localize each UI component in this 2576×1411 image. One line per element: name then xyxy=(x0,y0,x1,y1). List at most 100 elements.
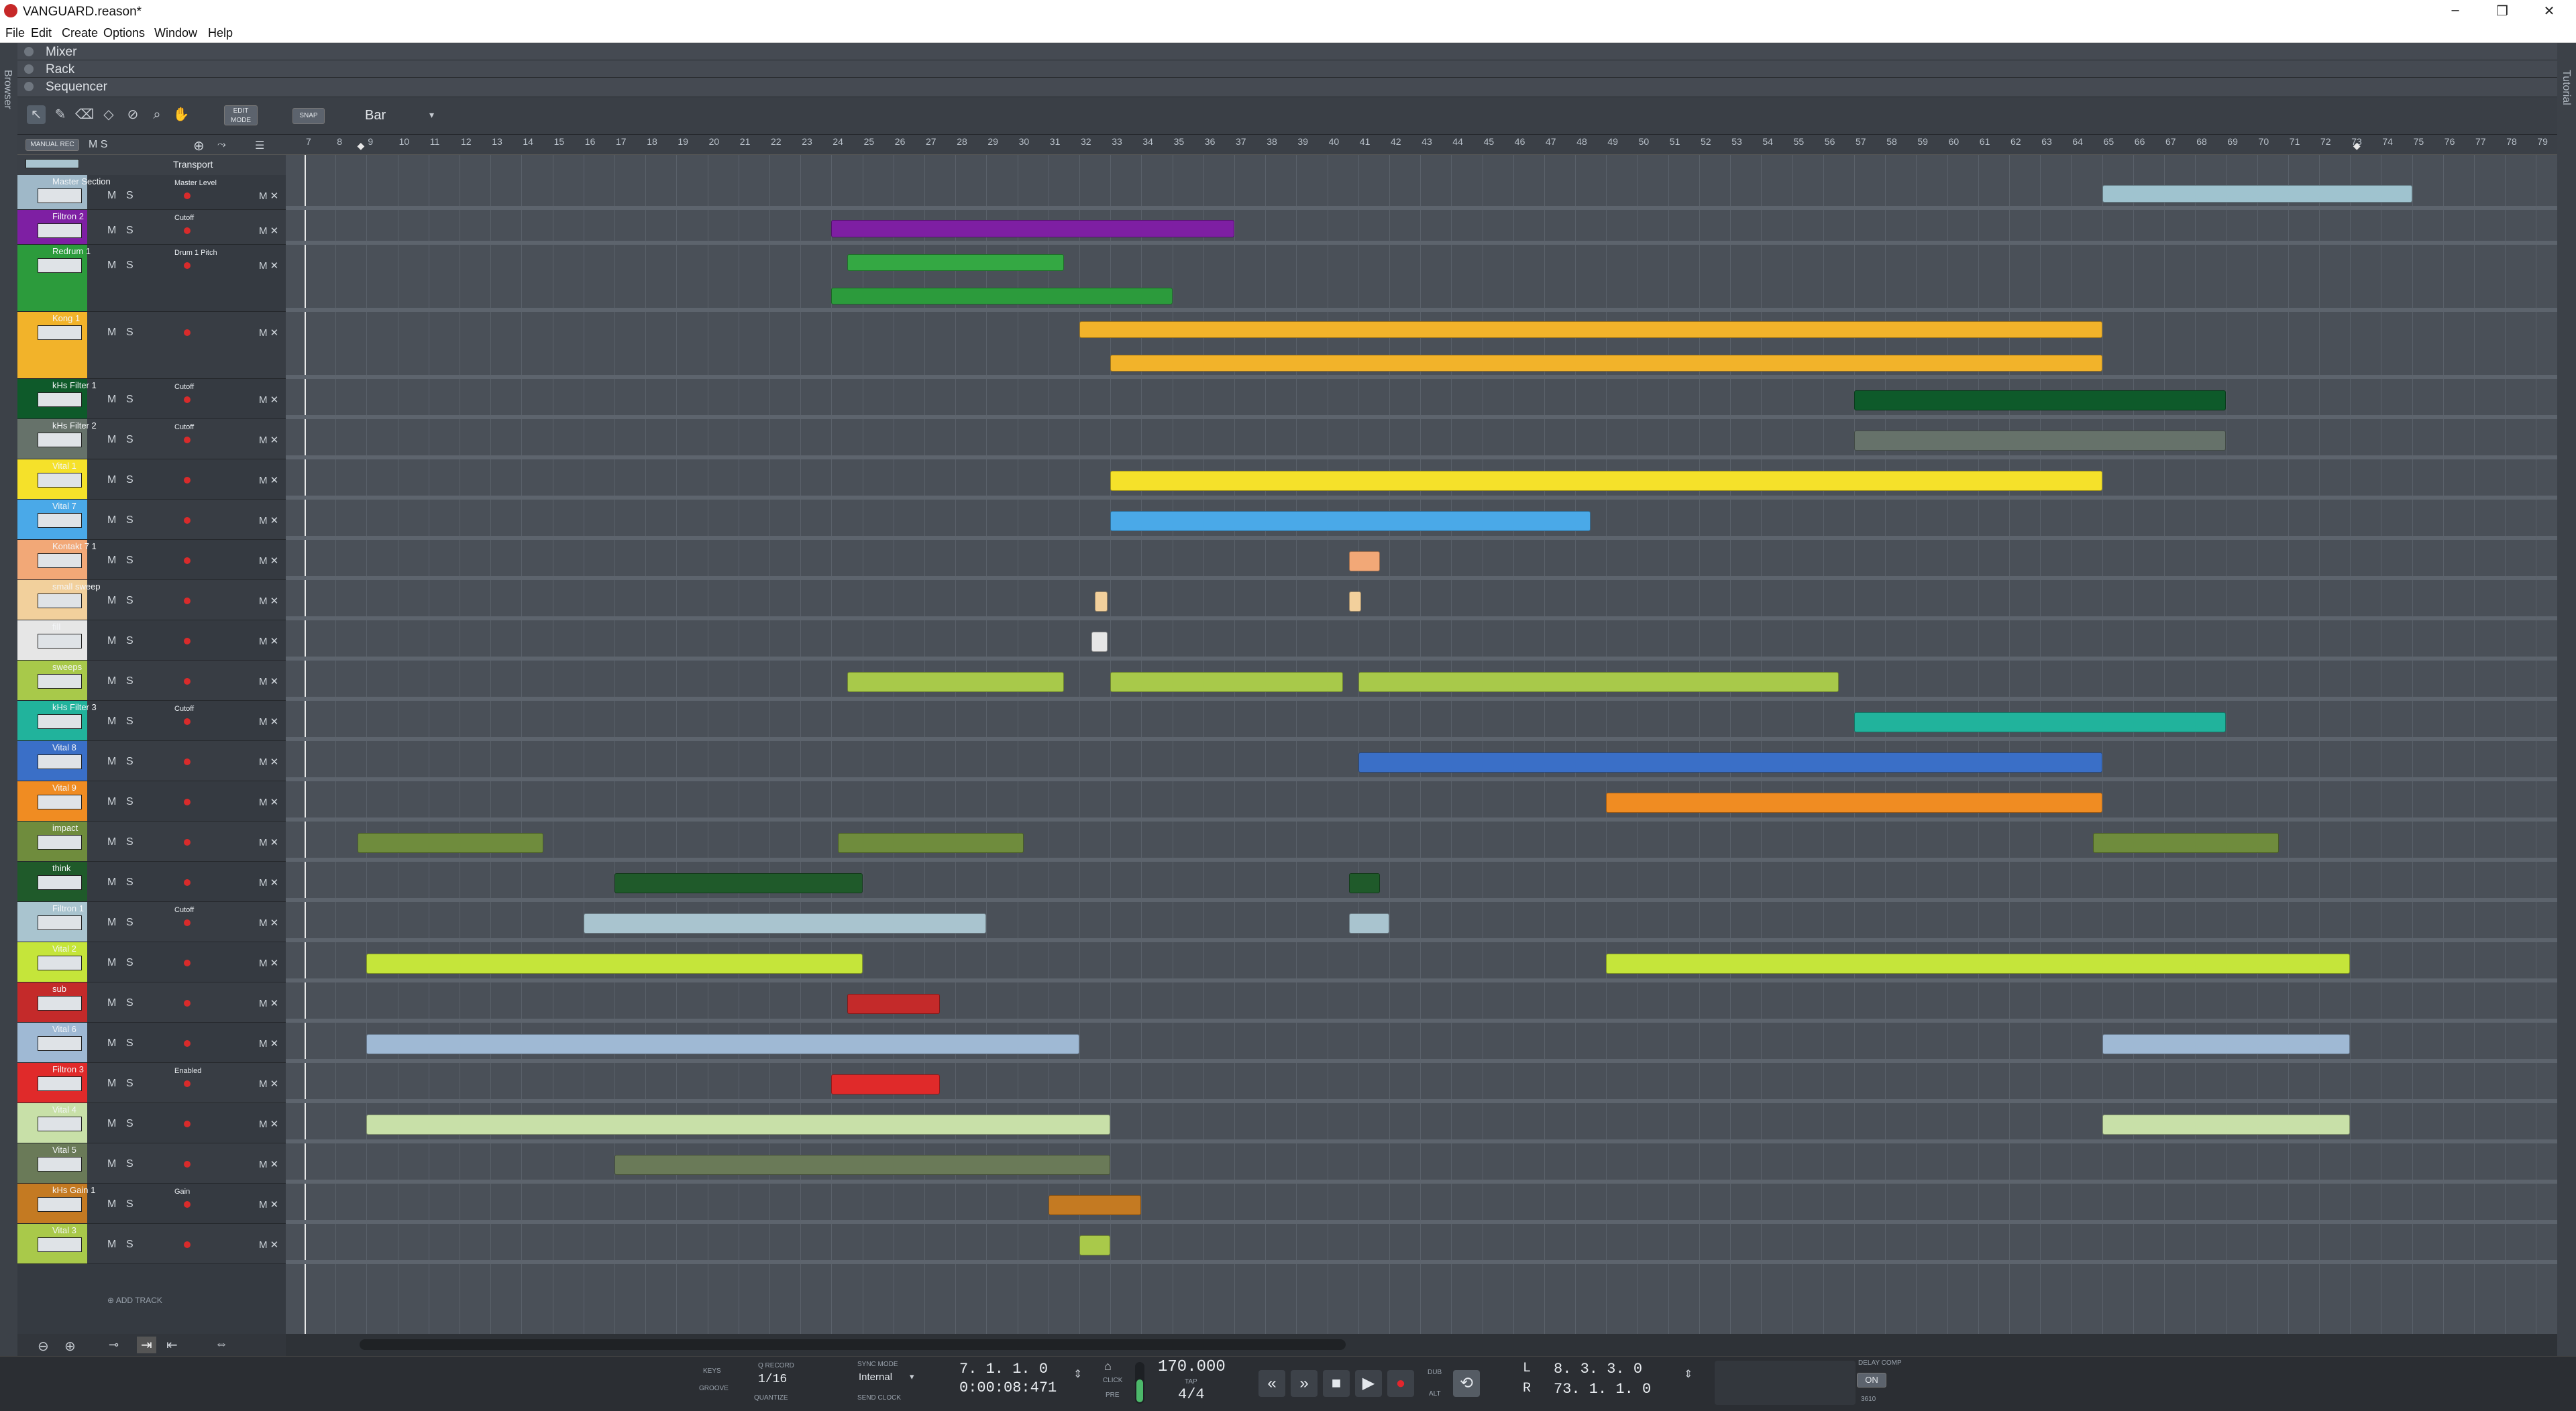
sequencer-fold-bar[interactable]: Sequencer xyxy=(17,78,2557,97)
track-record-enable-icon[interactable] xyxy=(184,799,191,805)
track-lane[interactable] xyxy=(286,1184,2557,1224)
track-name[interactable]: sub xyxy=(52,984,66,994)
track-header[interactable]: kHs Gain 1 M S Gain M ✕ xyxy=(17,1184,286,1224)
track-solo-button[interactable]: S xyxy=(126,190,133,202)
track-record-enable-icon[interactable] xyxy=(184,517,191,524)
track-name[interactable]: Vital 2 xyxy=(52,944,76,954)
transport-track[interactable]: Transport xyxy=(17,155,286,175)
track-solo-button[interactable]: S xyxy=(126,917,133,929)
rack-fold-icon[interactable] xyxy=(24,64,34,74)
device-thumbnail[interactable] xyxy=(38,795,82,809)
lane-mute-delete-icons[interactable]: M ✕ xyxy=(259,514,278,526)
track-header[interactable]: fill M S M ✕ xyxy=(17,620,286,661)
track-header[interactable]: Filtron 2 M S Cutoff M ✕ xyxy=(17,210,286,245)
track-header[interactable]: small sweep M S M ✕ xyxy=(17,580,286,620)
track-header[interactable]: sub M S M ✕ xyxy=(17,982,286,1023)
track-solo-button[interactable]: S xyxy=(126,555,133,567)
track-name[interactable]: Vital 4 xyxy=(52,1105,76,1115)
menu-file[interactable]: File xyxy=(5,26,25,40)
click-label[interactable]: CLICK xyxy=(1103,1377,1122,1384)
track-name[interactable]: kHs Gain 1 xyxy=(52,1185,95,1195)
device-thumbnail[interactable] xyxy=(38,188,82,203)
track-lane[interactable] xyxy=(286,210,2557,245)
track-lane[interactable] xyxy=(286,245,2557,312)
clip[interactable] xyxy=(831,288,1173,304)
device-thumbnail[interactable] xyxy=(38,674,82,689)
track-record-enable-icon[interactable] xyxy=(184,437,191,443)
track-name[interactable]: Vital 3 xyxy=(52,1225,76,1235)
track-record-enable-icon[interactable] xyxy=(184,262,191,269)
track-lane[interactable] xyxy=(286,620,2557,661)
device-thumbnail[interactable] xyxy=(38,594,82,608)
snap-button[interactable]: SNAP xyxy=(292,108,325,124)
razor-tool-icon[interactable]: ◇ xyxy=(99,105,118,124)
clip[interactable] xyxy=(1348,872,1381,893)
sequencer-fold-icon[interactable] xyxy=(24,82,34,91)
track-mute-button[interactable]: M xyxy=(107,260,116,272)
track-mute-button[interactable]: M xyxy=(107,327,116,339)
track-lane[interactable] xyxy=(286,580,2557,620)
clip[interactable] xyxy=(583,913,987,934)
lane-mute-delete-icons[interactable]: M ✕ xyxy=(259,260,278,272)
clip[interactable] xyxy=(1348,913,1389,934)
lane-mute-delete-icons[interactable]: M ✕ xyxy=(259,394,278,406)
device-thumbnail[interactable] xyxy=(38,754,82,769)
track-solo-button[interactable]: S xyxy=(126,225,133,237)
menu-create[interactable]: Create xyxy=(62,26,98,40)
alt-label[interactable]: ALT xyxy=(1429,1390,1441,1398)
track-mute-button[interactable]: M xyxy=(107,555,116,567)
menu-options[interactable]: Options xyxy=(103,26,145,40)
menu-window[interactable]: Window xyxy=(154,26,197,40)
fast-forward-button[interactable]: » xyxy=(1291,1370,1318,1397)
clip[interactable] xyxy=(837,832,1024,853)
lane-mute-delete-icons[interactable]: M ✕ xyxy=(259,716,278,728)
track-record-enable-icon[interactable] xyxy=(184,1000,191,1007)
track-solo-button[interactable]: S xyxy=(126,434,133,446)
track-solo-button[interactable]: S xyxy=(126,1158,133,1170)
delay-comp-toggle[interactable]: ON xyxy=(1857,1373,1886,1388)
send-clock-label[interactable]: SEND CLOCK xyxy=(857,1394,901,1402)
track-record-enable-icon[interactable] xyxy=(184,839,191,846)
device-thumbnail[interactable] xyxy=(38,325,82,340)
track-mute-button[interactable]: M xyxy=(107,1158,116,1170)
clip[interactable] xyxy=(847,671,1064,692)
track-header[interactable]: Kontakt 7 1 MS M ✕ xyxy=(17,540,286,580)
clip[interactable] xyxy=(1854,390,2226,410)
menu-edit[interactable]: Edit xyxy=(31,26,52,40)
track-record-enable-icon[interactable] xyxy=(184,638,191,644)
loop-right-marker-icon[interactable]: ◆ xyxy=(2353,140,2361,152)
q-record-label[interactable]: Q RECORD xyxy=(758,1362,794,1369)
track-name[interactable]: kHs Filter 1 xyxy=(52,380,97,390)
track-name[interactable]: Filtron 3 xyxy=(52,1064,84,1074)
track-record-enable-icon[interactable] xyxy=(184,557,191,564)
groove-label[interactable]: GROOVE xyxy=(699,1385,729,1392)
track-solo-button[interactable]: S xyxy=(126,394,133,406)
device-thumbnail[interactable] xyxy=(38,433,82,447)
track-solo-button[interactable]: S xyxy=(126,716,133,728)
clip[interactable] xyxy=(831,219,1234,237)
track-solo-button[interactable]: S xyxy=(126,1198,133,1210)
track-header[interactable]: kHs Filter 2 M S Cutoff M ✕ xyxy=(17,419,286,459)
horizontal-scroll-thumb[interactable] xyxy=(360,1339,1346,1350)
lane-mute-delete-icons[interactable]: M ✕ xyxy=(259,917,278,929)
lane-mute-delete-icons[interactable]: M ✕ xyxy=(259,190,278,202)
track-header[interactable]: Redrum 1 M S Drum 1 Pitch M ✕ xyxy=(17,245,286,312)
device-thumbnail[interactable] xyxy=(38,996,82,1011)
lane-mute-delete-icons[interactable]: M ✕ xyxy=(259,1078,278,1090)
clip[interactable] xyxy=(1358,752,2102,773)
track-solo-button[interactable]: S xyxy=(126,877,133,889)
track-solo-button[interactable]: S xyxy=(126,595,133,607)
track-record-enable-icon[interactable] xyxy=(184,758,191,765)
device-thumbnail[interactable] xyxy=(38,1157,82,1172)
pre-label[interactable]: PRE xyxy=(1106,1392,1120,1399)
delay-comp-ms[interactable]: 3610 xyxy=(1861,1396,1876,1403)
track-name[interactable]: Master Section xyxy=(52,176,111,186)
track-name[interactable]: kHs Filter 3 xyxy=(52,702,97,712)
lane-mute-delete-icons[interactable]: M ✕ xyxy=(259,1037,278,1050)
clip[interactable] xyxy=(1079,321,2102,338)
clip[interactable] xyxy=(1095,591,1108,612)
horizontal-zoom-icon[interactable]: ⇔ xyxy=(215,1337,228,1352)
clip[interactable] xyxy=(614,1154,1111,1175)
track-solo-button[interactable]: S xyxy=(126,1078,133,1090)
song-time[interactable]: 0:00:08:471 xyxy=(959,1379,1057,1396)
